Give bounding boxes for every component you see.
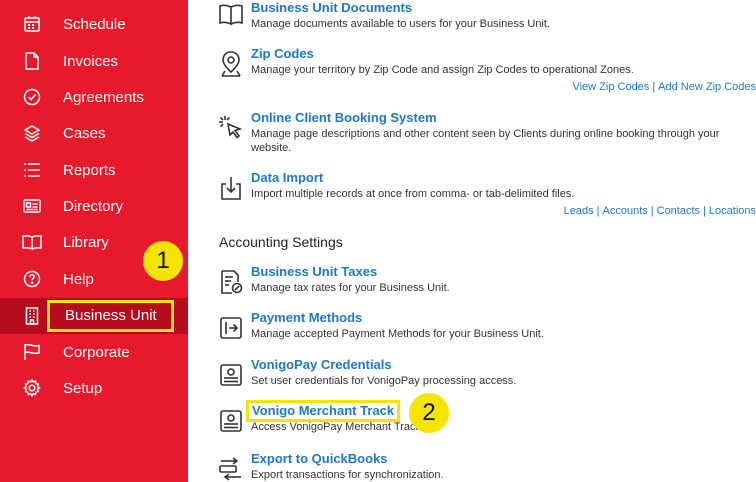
sidebar-item-reports[interactable]: Reports [0,154,188,186]
zip-code-links: View Zip Codes | Add New Zip Codes [572,81,756,93]
settings-entry-vonigo-merchant-track: Vonigo Merchant Track Access VonigoPay M… [218,400,756,437]
calendar-icon [22,14,42,34]
import-contacts-link[interactable]: Contacts [657,205,700,217]
business-unit-taxes-link[interactable]: Business Unit Taxes [251,264,377,280]
question-circle-icon [22,269,42,289]
settings-entry-data-import: Data Import Import multiple records at o… [218,170,756,220]
settings-entry-export-quickbooks: Export to QuickBooks Export transactions… [218,451,756,482]
entry-description: Set user credentials for VonigoPay proce… [251,375,517,387]
entry-description: Access VonigoPay Merchant Track. [251,421,425,433]
layers-icon [22,123,42,143]
entry-description: Manage documents available to users for … [251,18,550,30]
payment-methods-link[interactable]: Payment Methods [251,310,362,326]
entry-description: Manage page descriptions and other conte… [251,128,720,154]
sidebar-item-invoices[interactable]: Invoices [0,45,188,77]
payment-terminal-icon [218,361,244,389]
settings-entry-online-booking: Online Client Booking System Manage page… [218,110,756,158]
accounting-settings-heading: Accounting Settings [219,234,343,250]
cursor-click-icon [218,114,244,142]
sidebar-item-setup[interactable]: Setup [0,372,188,404]
main-content: Business Unit Documents Manage documents… [188,0,756,482]
sidebar-item-label: Reports [63,161,116,179]
step-badge-1: 1 [143,241,183,281]
settings-entry-business-unit-documents: Business Unit Documents Manage documents… [218,0,756,36]
vonigo-merchant-track-link[interactable]: Vonigo Merchant Track [246,400,401,422]
payment-method-icon [218,314,244,342]
sidebar-item-agreements[interactable]: Agreements [0,81,188,113]
import-leads-link[interactable]: Leads [564,205,594,217]
sidebar-item-cases[interactable]: Cases [0,117,188,149]
sidebar-item-schedule[interactable]: Schedule [0,8,188,40]
settings-entry-zip-codes: Zip Codes Manage your territory by Zip C… [218,46,756,96]
import-icon [218,174,244,202]
add-new-zip-codes-link[interactable]: Add New Zip Codes [658,81,756,93]
sidebar-item-label: Invoices [63,52,119,70]
online-client-booking-system-link[interactable]: Online Client Booking System [251,110,437,126]
vonigopay-credentials-link[interactable]: VonigoPay Credentials [251,357,392,373]
data-import-links: Leads | Accounts | Contacts | Locations [563,205,756,217]
sidebar-item-label: Library [63,233,109,251]
sync-export-icon [218,455,244,482]
settings-entry-payment-methods: Payment Methods Manage accepted Payment … [218,310,756,344]
sidebar-item-label: Cases [63,124,106,142]
building-icon [22,306,42,326]
sidebar-item-label: Corporate [63,343,130,361]
zip-codes-link[interactable]: Zip Codes [251,46,314,62]
data-import-link[interactable]: Data Import [251,170,323,186]
entry-description: Import multiple records at once from com… [251,188,575,200]
entry-description: Manage accepted Payment Methods for your… [251,328,544,340]
sidebar-item-label: Agreements [63,88,144,106]
gear-icon [22,378,42,398]
sidebar-item-label: Directory [63,197,124,215]
sidebar-item-corporate[interactable]: Corporate [0,336,188,368]
entry-description: Manage your territory by Zip Code and as… [251,64,634,76]
export-to-quickbooks-link[interactable]: Export to QuickBooks [251,451,388,467]
book-icon [22,232,42,252]
sidebar-item-label: Business Unit [47,300,174,332]
sidebar-item-label: Help [63,270,94,288]
payment-terminal-icon [218,407,244,435]
business-unit-documents-link[interactable]: Business Unit Documents [251,0,412,16]
entry-description: Export transactions for synchronization. [251,469,444,481]
book-icon [218,0,244,28]
document-icon [22,51,42,71]
check-circle-icon [22,87,42,107]
sidebar-item-label: Setup [63,379,103,397]
import-locations-link[interactable]: Locations [709,205,756,217]
sidebar-item-directory[interactable]: Directory [0,190,188,222]
tax-document-icon [218,268,244,296]
entry-description: Manage tax rates for your Business Unit. [251,282,450,294]
map-pin-icon [218,50,244,78]
id-card-icon [22,196,42,216]
view-zip-codes-link[interactable]: View Zip Codes [572,81,649,93]
import-accounts-link[interactable]: Accounts [603,205,648,217]
settings-entry-business-unit-taxes: Business Unit Taxes Manage tax rates for… [218,264,756,298]
step-badge-2: 2 [409,393,449,433]
flag-icon [22,342,42,362]
settings-entry-vonigopay-credentials: VonigoPay Credentials Set user credentia… [218,357,756,391]
sidebar-item-business-unit[interactable]: Business Unit [0,298,188,334]
list-icon [22,160,42,180]
sidebar-item-label: Schedule [63,15,126,33]
